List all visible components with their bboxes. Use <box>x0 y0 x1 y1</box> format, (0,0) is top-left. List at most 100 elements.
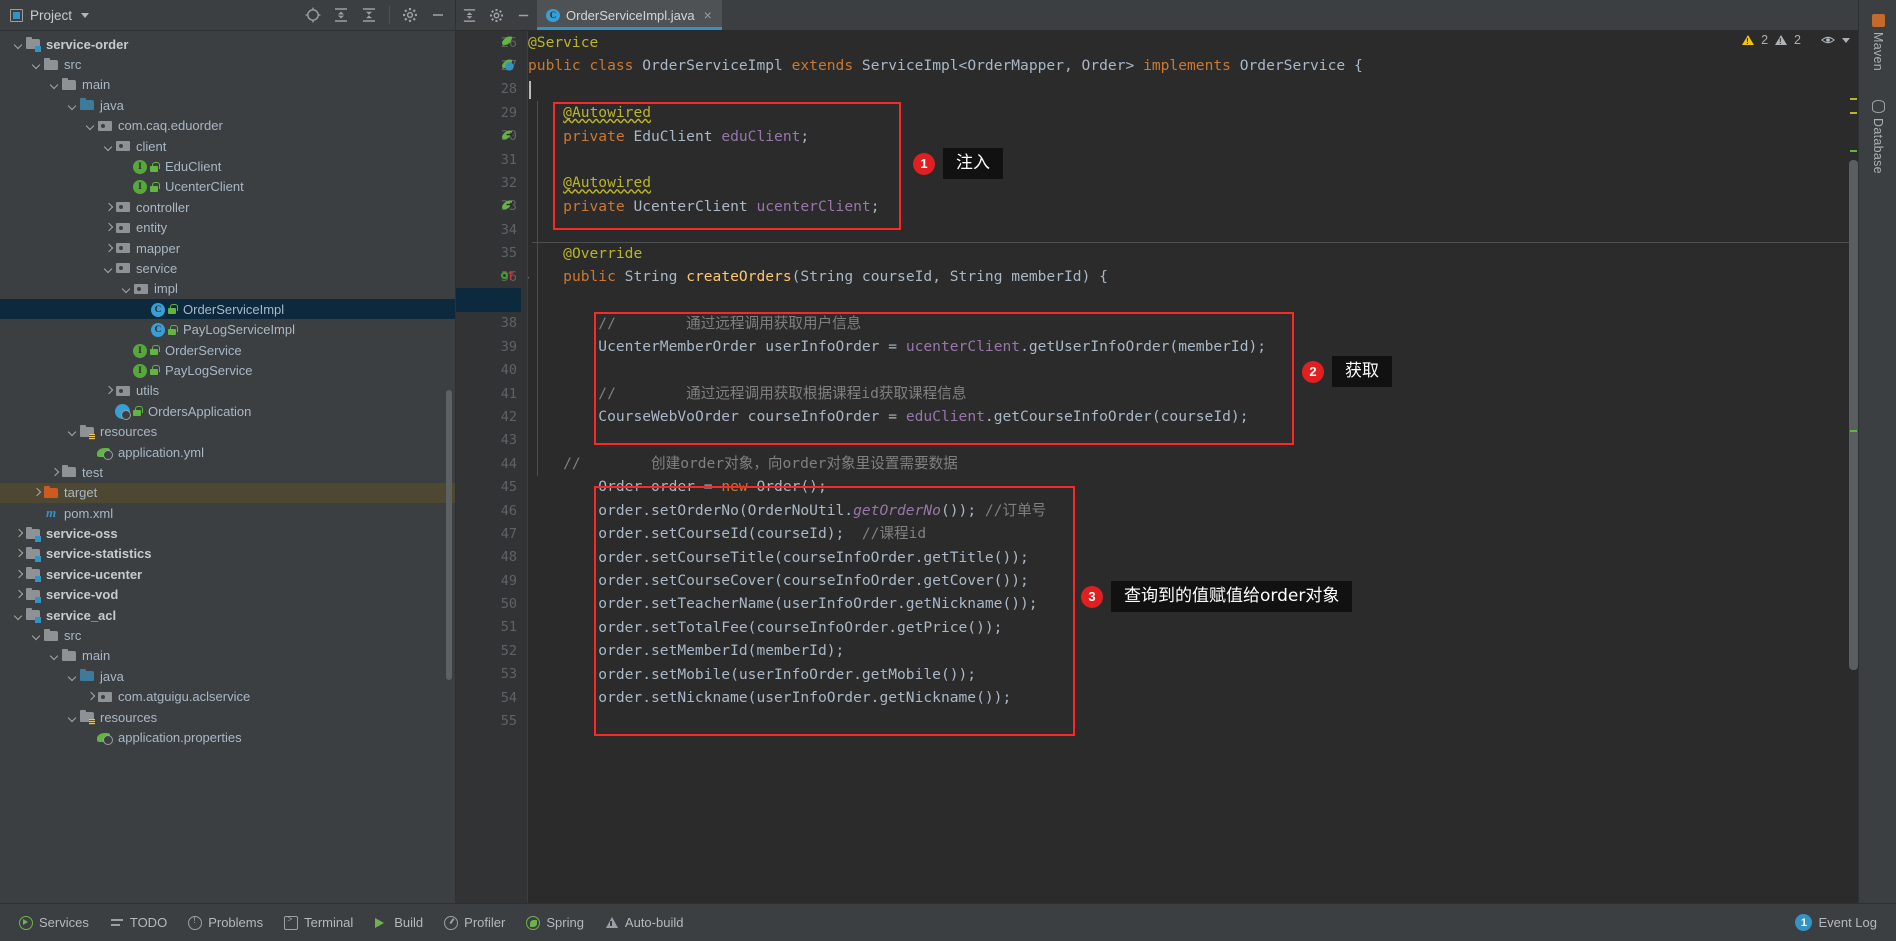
tree-item-com-caq-eduorder[interactable]: com.caq.eduorder <box>0 116 455 136</box>
expand-all-icon-2[interactable] <box>456 0 483 30</box>
code-line-28[interactable] <box>528 78 1858 101</box>
tree-item-com-atguigu-aclservice[interactable]: com.atguigu.aclservice <box>0 687 455 707</box>
project-title-group[interactable]: Project <box>10 8 296 23</box>
tree-item-application-yml[interactable]: application.yml <box>0 442 455 462</box>
tree-item-src[interactable]: src <box>0 54 455 74</box>
tree-item-service-statistics[interactable]: service-statistics <box>0 544 455 564</box>
code-line-26[interactable]: @Service <box>528 31 1858 54</box>
code-line-48[interactable]: order.setCourseTitle(courseInfoOrder.get… <box>528 546 1858 569</box>
tree-item-orderservice[interactable]: I OrderService <box>0 340 455 360</box>
tree-item-application-properties[interactable]: application.properties <box>0 727 455 747</box>
tree-item-service-ucenter[interactable]: service-ucenter <box>0 564 455 584</box>
code-line-41[interactable]: // 通过远程调用获取根据课程id获取课程信息 <box>528 382 1858 405</box>
tree-item-paylogservice[interactable]: I PayLogService <box>0 360 455 380</box>
tree-toggle-open-icon[interactable] <box>48 649 61 662</box>
tree-toggle-open-icon[interactable] <box>48 78 61 91</box>
tree-toggle-closed-icon[interactable] <box>84 690 97 703</box>
tree-toggle-open-icon[interactable] <box>102 140 115 153</box>
status-event-log[interactable]: 1 Event Log <box>1786 910 1886 935</box>
gutter-line-47[interactable]: 47 <box>456 522 521 545</box>
tree-item-java[interactable]: java <box>0 666 455 686</box>
status-terminal[interactable]: Terminal <box>275 911 362 934</box>
gutter-line-42[interactable]: 42 <box>456 405 521 428</box>
gutter-line-35[interactable]: 35 <box>456 242 521 265</box>
gutter-line-31[interactable]: 31 <box>456 148 521 171</box>
gutter-line-51[interactable]: 51 <box>456 616 521 639</box>
code-fold-handle[interactable] <box>528 271 530 282</box>
code-line-32[interactable]: @Autowired <box>528 171 1858 194</box>
code-line-54[interactable]: order.setNickname(userInfoOrder.getNickn… <box>528 686 1858 709</box>
tree-item-pom-xml[interactable]: m pom.xml <box>0 503 455 523</box>
gutter-line-44[interactable]: 44 <box>456 452 521 475</box>
tree-item-resources[interactable]: resources <box>0 707 455 727</box>
tree-toggle-open-icon[interactable] <box>66 711 79 724</box>
tree-item-service-oss[interactable]: service-oss <box>0 523 455 543</box>
gutter-line-34[interactable]: 34 <box>456 218 521 241</box>
gutter-line-32[interactable]: 32 <box>456 171 521 194</box>
gutter-line-38[interactable]: 38 <box>456 312 521 335</box>
tree-toggle-closed-icon[interactable] <box>12 527 25 540</box>
tree-toggle-closed-icon[interactable] <box>48 466 61 479</box>
tree-toggle-open-icon[interactable] <box>102 262 115 275</box>
inspection-eye-icon[interactable] <box>1821 33 1835 47</box>
tree-item-src[interactable]: src <box>0 625 455 645</box>
code-line-42[interactable]: CourseWebVoOrder courseInfoOrder = eduCl… <box>528 405 1858 428</box>
code-line-35[interactable]: @Override <box>528 242 1858 265</box>
tree-toggle-closed-icon[interactable] <box>12 547 25 560</box>
tree-toggle-open-icon[interactable] <box>12 38 25 51</box>
minimize-icon[interactable] <box>427 4 449 26</box>
spring-autowired-icon[interactable] <box>500 128 517 145</box>
tree-toggle-open-icon[interactable] <box>66 425 79 438</box>
code-line-36[interactable]: public String createOrders(String course… <box>528 265 1858 288</box>
code-line-53[interactable]: order.setMobile(userInfoOrder.getMobile(… <box>528 663 1858 686</box>
code-line-31[interactable] <box>528 148 1858 171</box>
tree-item-service-vod[interactable]: service-vod <box>0 585 455 605</box>
chevron-down-icon[interactable] <box>81 12 90 18</box>
code-line-52[interactable]: order.setMemberId(memberId); <box>528 639 1858 662</box>
tree-item-client[interactable]: client <box>0 136 455 156</box>
tree-item-educlient[interactable]: I EduClient <box>0 156 455 176</box>
gutter-line-41[interactable]: 41 <box>456 382 521 405</box>
gutter-line-53[interactable]: 53 <box>456 663 521 686</box>
tree-item-resources[interactable]: resources <box>0 421 455 441</box>
editor-fold-strip[interactable] <box>521 31 528 903</box>
tree-toggle-closed-icon[interactable] <box>102 242 115 255</box>
tree-item-target[interactable]: target <box>0 482 455 503</box>
tree-toggle-open-icon[interactable] <box>66 670 79 683</box>
code-line-38[interactable]: // 通过远程调用获取用户信息 <box>528 312 1858 335</box>
close-icon[interactable]: × <box>704 7 712 23</box>
code-line-40[interactable] <box>528 358 1858 381</box>
code-line-44[interactable]: // 创建order对象，向order对象里设置需要数据 <box>528 452 1858 475</box>
gear-icon[interactable] <box>399 4 421 26</box>
tree-item-mapper[interactable]: mapper <box>0 238 455 258</box>
gutter-line-48[interactable]: 48 <box>456 546 521 569</box>
code-line-45[interactable]: Order order = new Order(); <box>528 475 1858 498</box>
override-method-icon[interactable] <box>500 268 517 285</box>
tree-toggle-open-icon[interactable] <box>84 119 97 132</box>
tree-item-test[interactable]: test <box>0 462 455 482</box>
gutter-line-52[interactable]: 52 <box>456 639 521 662</box>
gutter-line-43[interactable]: 43 <box>456 429 521 452</box>
tree-item-controller[interactable]: controller <box>0 197 455 217</box>
code-line-51[interactable]: order.setTotalFee(courseInfoOrder.getPri… <box>528 616 1858 639</box>
code-line-33[interactable]: private UcenterClient ucenterClient; <box>528 195 1858 218</box>
project-tree-scrollbar[interactable] <box>446 390 452 680</box>
tree-toggle-open-icon[interactable] <box>12 609 25 622</box>
tree-toggle-closed-icon[interactable] <box>102 221 115 234</box>
gutter-line-49[interactable]: 49 <box>456 569 521 592</box>
code-line-37[interactable] <box>528 288 1858 311</box>
tree-item-orderserviceimpl[interactable]: C OrderServiceImpl <box>0 299 455 320</box>
tree-toggle-closed-icon[interactable] <box>102 201 115 214</box>
gutter-line-45[interactable]: 45 <box>456 475 521 498</box>
code-content[interactable]: @Service public class OrderServiceImpl ex… <box>528 31 1858 903</box>
code-line-47[interactable]: order.setCourseId(courseId); //课程id <box>528 522 1858 545</box>
tree-toggle-closed-icon[interactable] <box>102 384 115 397</box>
tree-item-service-acl[interactable]: service_acl <box>0 605 455 625</box>
tree-toggle-open-icon[interactable] <box>30 629 43 642</box>
status-services[interactable]: Services <box>10 911 98 934</box>
gear-icon-2[interactable] <box>483 0 510 30</box>
gutter-line-29[interactable]: 29 <box>456 101 521 124</box>
code-line-34[interactable] <box>528 218 1858 241</box>
status-problems[interactable]: Problems <box>179 911 272 934</box>
gutter-line-39[interactable]: 39 <box>456 335 521 358</box>
